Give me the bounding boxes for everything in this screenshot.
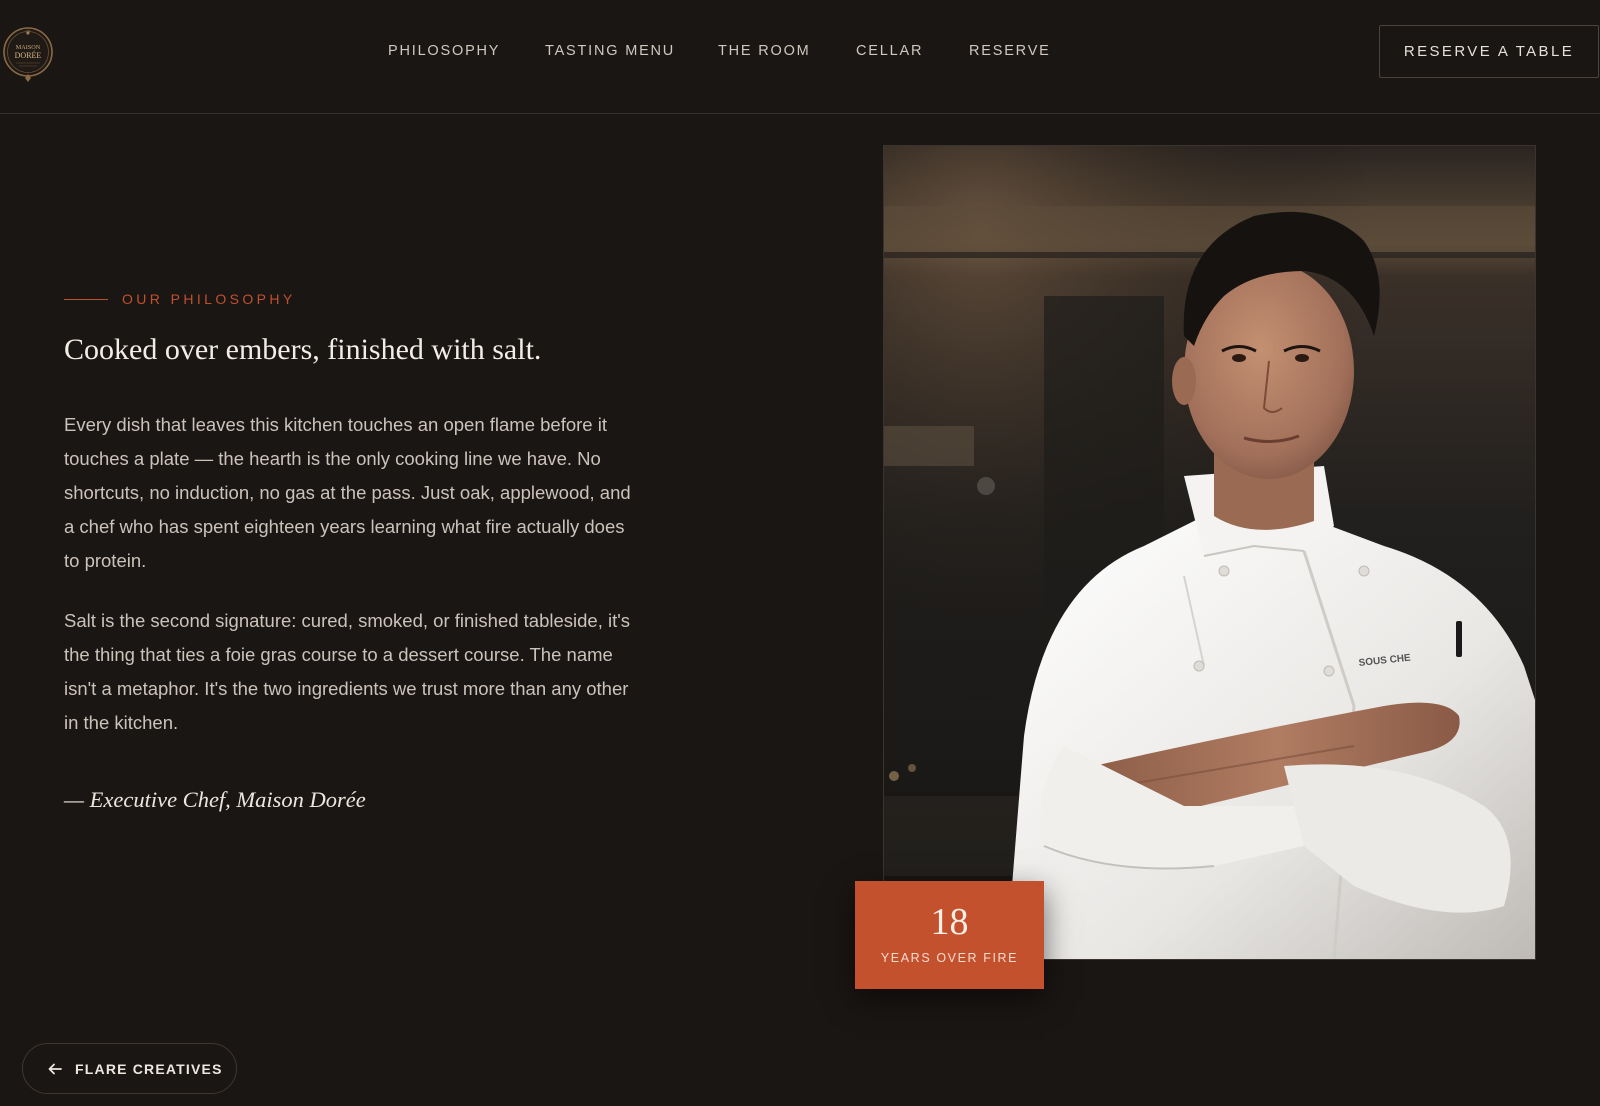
body-paragraph-2: Salt is the second signature: cured, smo… (64, 610, 631, 733)
chef-signature: — Executive Chef, Maison Dorée (64, 787, 366, 812)
body-paragraph-1: Every dish that leaves this kitchen touc… (64, 414, 631, 571)
arrow-left-icon (48, 1063, 62, 1074)
nav-item-the-room[interactable]: THE ROOM (718, 41, 811, 61)
main-nav: PHILOSOPHY TASTING MENU THE ROOM CELLAR … (0, 41, 1600, 61)
stat-number: 18 (930, 901, 969, 943)
years-stat-card: 18 YEARS OVER FIRE (855, 881, 1044, 989)
eyebrow-label: OUR PHILOSOPHY (122, 291, 296, 307)
back-label: FLARE CREATIVES (75, 1060, 223, 1077)
eyebrow-rule (64, 298, 108, 300)
nav-item-philosophy[interactable]: PHILOSOPHY (388, 41, 500, 61)
back-to-flare-creatives-button[interactable]: FLARE CREATIVES (22, 1043, 237, 1094)
nav-item-reserve[interactable]: RESERVE (969, 41, 1051, 61)
section-headline: Cooked over embers, finished with salt. (64, 333, 542, 366)
nav-item-cellar[interactable]: CELLAR (856, 41, 923, 61)
nav-item-tasting-menu[interactable]: TASTING MENU (545, 41, 675, 61)
section-eyebrow: OUR PHILOSOPHY (64, 289, 296, 309)
chef-portrait-image: SOUS CHE (883, 145, 1536, 960)
svg-text:❦: ❦ (25, 29, 31, 37)
stat-label: YEARS OVER FIRE (880, 951, 1019, 965)
chef-portrait-illustration: SOUS CHE (884, 146, 1535, 959)
reserve-table-button[interactable]: RESERVE A TABLE (1379, 25, 1599, 78)
site-header: ❦ MAISON DORÉE PHILOSOPHY TASTING MENU T… (0, 0, 1600, 114)
